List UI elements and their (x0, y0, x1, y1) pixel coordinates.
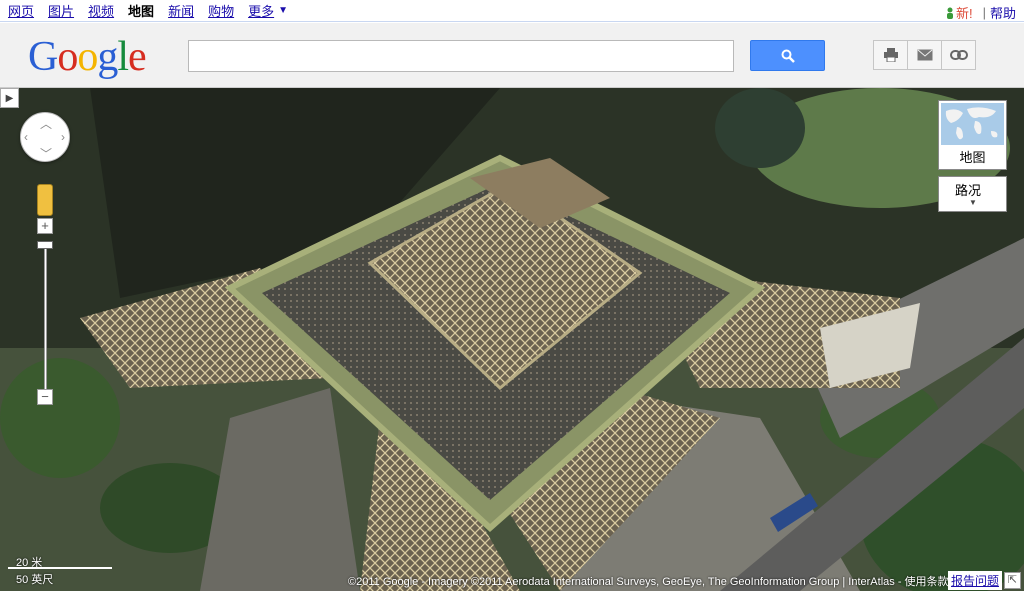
scale-line (8, 567, 112, 569)
zoom-in-button[interactable]: + (37, 218, 53, 234)
nav-images[interactable]: 图片 (48, 1, 74, 20)
top-nav-bar: 网页 图片 视频 地图 新闻 购物 更多 ▼ 新! | 帮助 (0, 0, 1024, 22)
pan-control[interactable]: ︿ ﹀ ‹ › (20, 112, 70, 162)
google-logo[interactable]: Google (28, 33, 147, 81)
map-tools (873, 40, 976, 70)
zoom-slider-handle[interactable] (37, 241, 53, 249)
map-type-button[interactable]: 地图 (938, 100, 1007, 170)
nav-news[interactable]: 新闻 (168, 1, 194, 20)
chevron-down-icon[interactable]: ▼ (278, 5, 288, 16)
expand-icon[interactable]: ⇱ (1004, 572, 1021, 589)
nav-shopping[interactable]: 购物 (208, 1, 234, 20)
link-button[interactable] (941, 40, 976, 70)
copyright-text: ©2011 Google - Imagery ©2011 Aerodata In… (348, 576, 949, 588)
scale-imperial-label: 50 英尺 (16, 574, 54, 586)
top-right-links: 新! | 帮助 (946, 3, 1016, 22)
zoom-out-button[interactable]: − (37, 389, 53, 405)
email-icon (917, 49, 932, 61)
nav-videos[interactable]: 视频 (88, 1, 114, 20)
scale-bar: 20 米 50 英尺 (8, 554, 118, 586)
help-link[interactable]: 帮助 (990, 3, 1016, 22)
zoom-slider-track[interactable] (44, 242, 47, 392)
report-problem-link[interactable]: 报告问题 (948, 571, 1003, 590)
header: Google (0, 23, 1024, 88)
pegman-icon[interactable] (37, 184, 53, 216)
nav-maps[interactable]: 地图 (128, 1, 154, 20)
nav-web[interactable]: 网页 (8, 1, 34, 20)
link-icon (949, 50, 968, 60)
world-map-icon (941, 103, 1004, 145)
new-badge[interactable]: 新! (956, 3, 973, 22)
print-button[interactable] (873, 40, 908, 70)
nav-more[interactable]: 更多 (248, 1, 274, 20)
printer-icon (883, 48, 898, 62)
traffic-button[interactable]: 路况 ▼ (938, 176, 1007, 212)
chevron-down-icon[interactable]: ▼ (969, 198, 977, 207)
search-input[interactable] (188, 40, 734, 72)
map-type-label: 地图 (959, 150, 986, 165)
pan-up-icon[interactable]: ︿ (40, 115, 52, 132)
traffic-label: 路况 (955, 183, 982, 198)
search-button[interactable] (750, 40, 825, 71)
map-view[interactable]: ▶ ︿ ﹀ ‹ › + − 地图 路况 ▼ 20 米 50 英尺 ©2011 G… (0, 88, 1024, 591)
search-icon (781, 49, 795, 63)
aerial-imagery[interactable] (0, 88, 1024, 591)
pan-right-icon[interactable]: › (61, 130, 65, 144)
pan-down-icon[interactable]: ﹀ (40, 145, 52, 162)
pan-left-icon[interactable]: ‹ (24, 130, 28, 144)
user-icon (946, 7, 953, 19)
separator: | (982, 5, 986, 20)
panel-toggle-button[interactable]: ▶ (0, 88, 19, 108)
email-button[interactable] (907, 40, 942, 70)
